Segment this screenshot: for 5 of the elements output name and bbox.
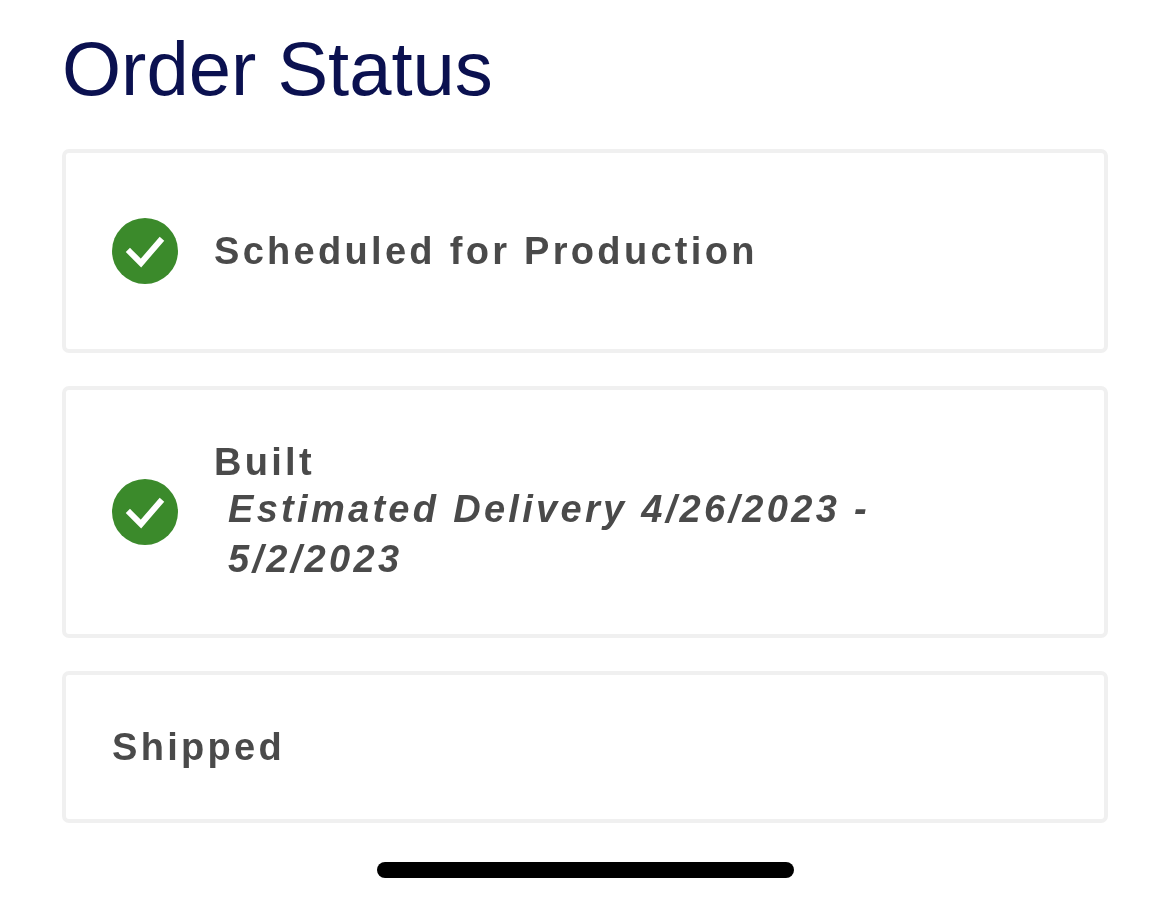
step-label: Shipped [112,725,285,769]
page-title: Order Status [62,31,494,107]
delivery-estimate: Estimated Delivery 4/26/2023 - 5/2/2023 [227,487,871,582]
step-label: Built [214,440,316,484]
step-label: Scheduled for Production [214,229,758,273]
